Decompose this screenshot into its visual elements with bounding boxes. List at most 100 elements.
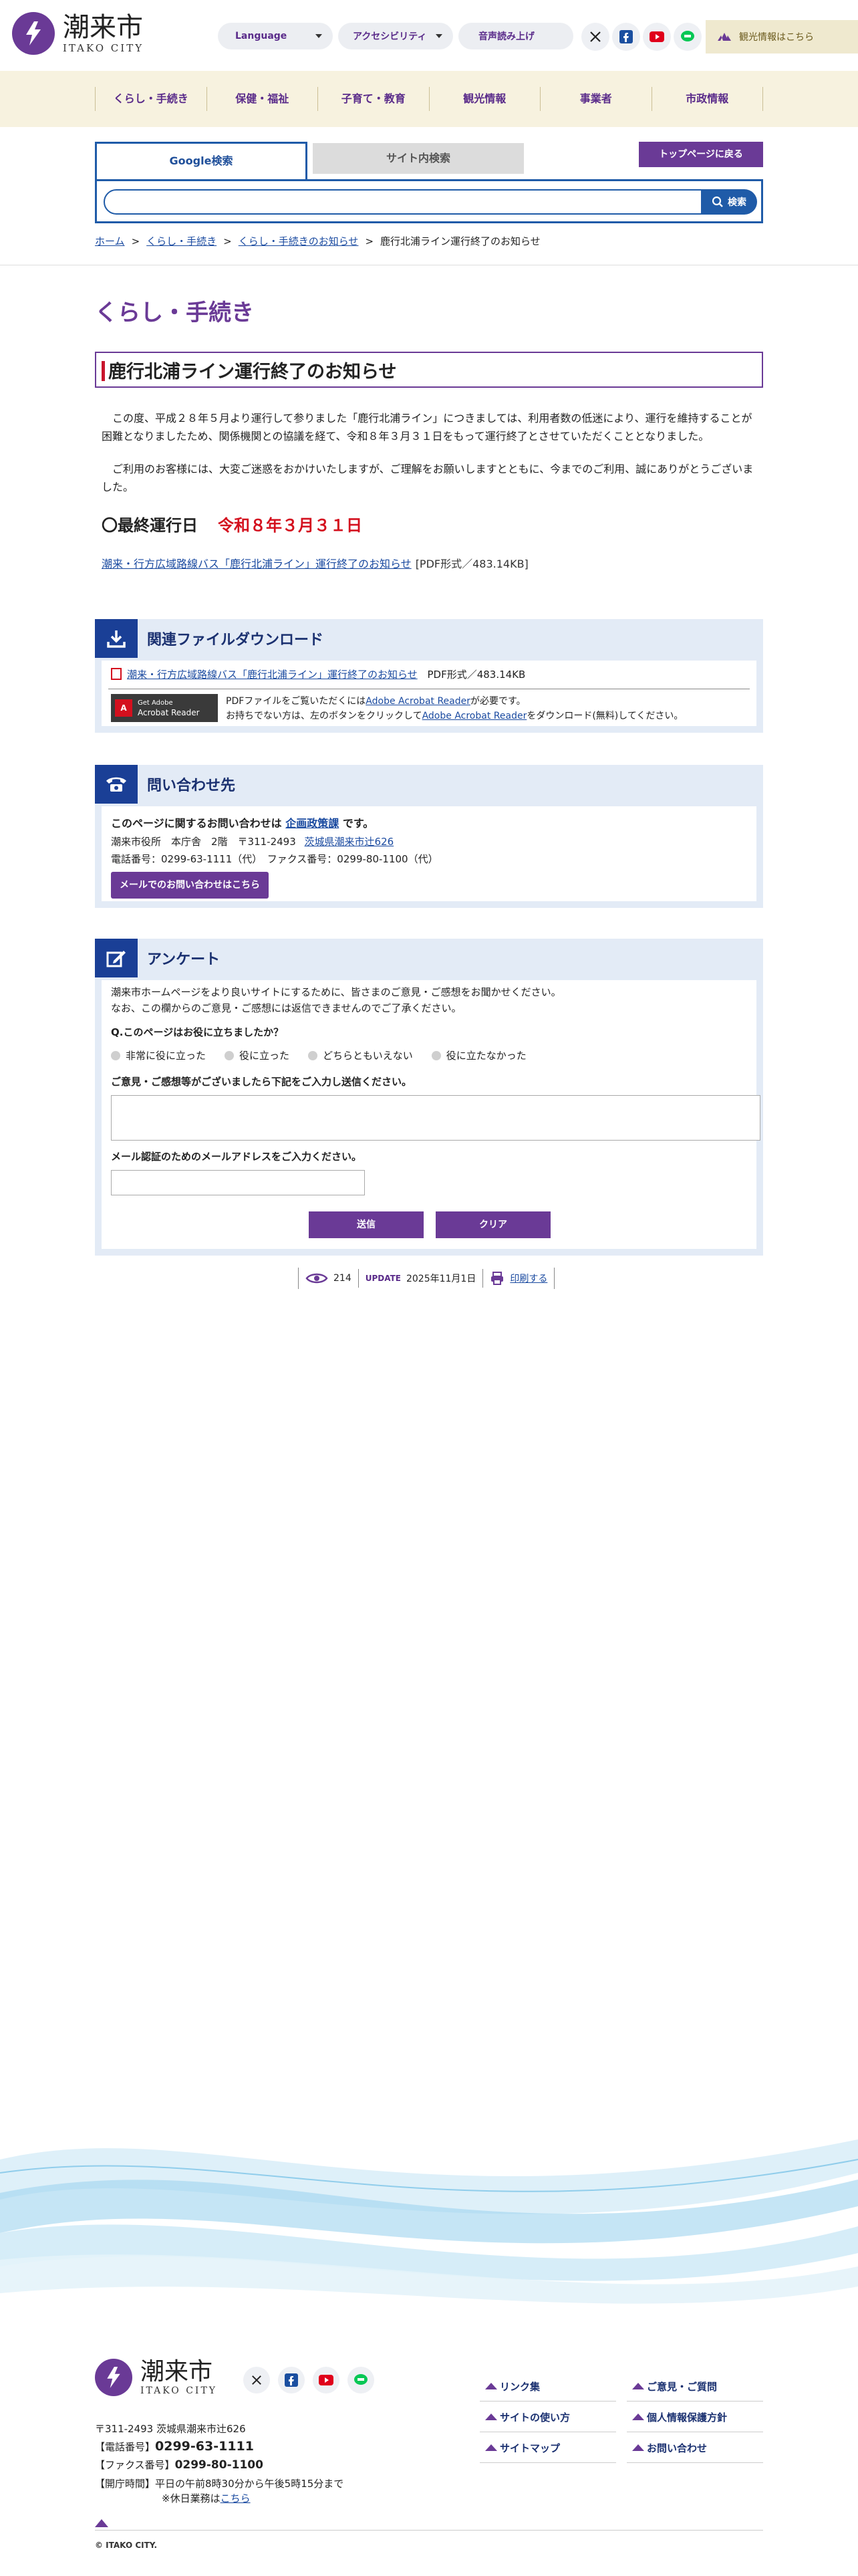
last-service-date: 令和８年３月３１日 (218, 516, 362, 535)
voice-reader-button[interactable]: 音声読み上げ (458, 23, 573, 49)
footer-link-feedback[interactable]: ご意見・ご質問 (627, 2372, 763, 2402)
contact-address: 潮来市役所 本庁舎 2階 〒311-2493 茨城県潮来市辻626 (111, 836, 394, 848)
download-panel: 関連ファイルダウンロード 潮来・行方広域路線バス「鹿行北浦ライン」運行終了のお知… (95, 619, 763, 733)
survey-panel-body: 潮来市ホームページをより良いサイトにするために、皆さまのご意見・ご感想をお聞かせ… (102, 980, 760, 1249)
footer-link-contact[interactable]: お問い合わせ (627, 2434, 763, 2463)
footer-tel: 【電話番号】0299-63-1111 (95, 2439, 254, 2454)
youtube-icon[interactable] (313, 2367, 339, 2393)
comment-textarea[interactable] (111, 1095, 760, 1141)
last-service-label: 〇最終運行日 (102, 516, 198, 535)
download-panel-body: 潮来・行方広域路線バス「鹿行北浦ライン」運行終了のお知らせ PDF形式／483.… (102, 661, 756, 726)
tab-site-search[interactable]: サイト内検索 (313, 143, 524, 174)
line-icon[interactable] (674, 23, 702, 51)
footer-link-sitemap[interactable]: サイトマップ (480, 2434, 616, 2463)
breadcrumb-subcategory[interactable]: くらし・手続きのお知らせ (239, 235, 359, 247)
acrobat-link-1[interactable]: Adobe Acrobat Reader (366, 696, 470, 707)
x-icon[interactable] (581, 23, 609, 51)
chevron-down-icon (315, 34, 322, 38)
footer-link-links[interactable]: リンク集 (480, 2372, 616, 2402)
nav-item-shisei[interactable]: 市政情報 (652, 87, 763, 111)
nav-item-hoken[interactable]: 保健・福祉 (207, 87, 318, 111)
phone-icon (95, 765, 138, 804)
breadcrumb-category[interactable]: くらし・手続き (146, 235, 217, 247)
radio-icon (225, 1050, 235, 1060)
email-field[interactable] (111, 1170, 365, 1195)
decorative-wave (0, 2139, 858, 2304)
survey-option-not-useful[interactable]: 役に立たなかった (431, 1048, 527, 1062)
survey-option-neutral[interactable]: どちらともいえない (308, 1048, 413, 1062)
x-icon[interactable] (243, 2367, 270, 2393)
tourism-link[interactable]: 観光情報はこちら (706, 20, 858, 53)
survey-panel: アンケート 潮来市ホームページをより良いサイトにするために、皆さまのご意見・ご感… (95, 939, 763, 1256)
print-link[interactable]: 印刷する (510, 1272, 547, 1285)
survey-option-very-useful[interactable]: 非常に役に立った (111, 1048, 206, 1062)
voice-reader-label: 音声読み上げ (478, 31, 535, 42)
survey-intro-2: なお、この欄からのご意見・ご感想には返信できませんのでご了承ください。 (111, 1002, 462, 1014)
pencil-icon (95, 939, 138, 977)
search-button[interactable]: 検索 (701, 189, 757, 215)
back-to-top-button[interactable]: トップページに戻る (639, 142, 763, 167)
download-panel-title: 関連ファイルダウンロード (147, 632, 324, 649)
mail-inquiry-button[interactable]: メールでのお問い合わせはこちら (111, 872, 269, 899)
logo-en: ITAKO CITY (63, 42, 144, 54)
acrobat-note: PDFファイルをご覧いただくにはAdobe Acrobat Readerが必要で… (226, 696, 684, 721)
update-label: UPDATE (365, 1274, 401, 1283)
radio-icon (111, 1050, 120, 1060)
youtube-icon[interactable] (643, 23, 671, 51)
logo-mark-icon (12, 12, 55, 55)
facebook-icon[interactable] (612, 23, 640, 51)
footer-link-howto[interactable]: サイトの使い方 (480, 2403, 616, 2432)
page-title: 鹿行北浦ライン運行終了のお知らせ (95, 352, 763, 388)
survey-option-useful[interactable]: 役に立った (225, 1048, 289, 1062)
language-select[interactable]: Language (218, 23, 333, 49)
notice-pdf-link[interactable]: 潮来・行方広域路線バス「鹿行北浦ライン」運行終了のお知らせ (102, 558, 412, 570)
search-button-label: 検索 (728, 197, 746, 208)
print-icon[interactable] (490, 1271, 505, 1286)
footer-logo-en: ITAKO CITY (140, 2385, 218, 2396)
email-label: メール認証のためのメールアドレスをご入力ください。 (111, 1151, 362, 1163)
survey-intro-1: 潮来市ホームページをより良いサイトにするために、皆さまのご意見・ご感想をお聞かせ… (111, 986, 561, 998)
nav-item-kanko[interactable]: 観光情報 (430, 87, 541, 111)
last-service-day: 〇最終運行日 令和８年３月３１日 (102, 512, 362, 536)
contact-phone: 電話番号：0299-63-1111（代） ファクス番号：0299-80-1100… (111, 853, 438, 865)
footer-address: 〒311-2493 茨城県潮来市辻626 (95, 2423, 246, 2435)
nav-item-kosodate[interactable]: 子育て・教育 (318, 87, 430, 111)
page-stats: 214 UPDATE 2025年11月1日 印刷する (298, 1268, 555, 1289)
accessibility-select[interactable]: アクセシビリティ (338, 23, 453, 49)
breadcrumb-current: 鹿行北浦ライン運行終了のお知らせ (380, 235, 541, 247)
footer-logo-jp: 潮来市 (140, 2358, 213, 2385)
footer-logo[interactable]: 潮来市 ITAKO CITY (95, 2359, 217, 2396)
body-paragraph-2: ご利用のお客様には、大変ご迷惑をおかけいたしますが、ご理解をお願いしますとともに… (102, 463, 754, 493)
iris-icon (95, 2519, 108, 2527)
clear-button[interactable]: クリア (436, 1211, 551, 1238)
acrobat-badge-label: Acrobat Reader (138, 708, 200, 717)
search-input[interactable] (104, 189, 705, 215)
footer-link-privacy[interactable]: 個人情報保護方針 (627, 2403, 763, 2432)
send-button[interactable]: 送信 (309, 1211, 424, 1238)
radio-icon (308, 1050, 318, 1060)
iris-icon (718, 33, 731, 41)
logo-jp: 潮来市 (63, 12, 143, 43)
line-icon[interactable] (347, 2367, 374, 2393)
download-file-link[interactable]: 潮来・行方広域路線バス「鹿行北浦ライン」運行終了のお知らせ (127, 669, 418, 681)
holiday-link[interactable]: こちら (221, 2492, 251, 2504)
nav-item-kurashi[interactable]: くらし・手続き (95, 87, 207, 111)
contact-panel: 問い合わせ先 このページに関するお問い合わせは 企画政策課 です。 潮来市役所 … (95, 765, 763, 908)
get-acrobat-button[interactable]: A Get Adobe Acrobat Reader (111, 694, 218, 722)
nav-item-jigyosha[interactable]: 事業者 (541, 87, 652, 111)
tab-google-search[interactable]: Google検索 (95, 142, 307, 179)
contact-address-link[interactable]: 茨城県潮来市辻626 (305, 836, 394, 848)
download-file-meta: PDF形式／483.14KB (427, 669, 526, 681)
breadcrumb-home[interactable]: ホーム (95, 235, 125, 247)
facebook-icon[interactable] (278, 2367, 305, 2393)
download-file-row: 潮来・行方広域路線バス「鹿行北浦ライン」運行終了のお知らせ PDF形式／483.… (111, 667, 525, 681)
chevron-down-icon (436, 34, 442, 38)
contact-dept-link[interactable]: 企画政策課 (285, 817, 339, 830)
eye-icon (305, 1273, 328, 1284)
acrobat-link-2[interactable]: Adobe Acrobat Reader (422, 711, 527, 721)
site-logo[interactable]: 潮来市 ITAKO CITY (12, 12, 144, 55)
footer-holiday: ※休日業務はこちら (162, 2492, 251, 2504)
contact-lead: このページに関するお問い合わせは 企画政策課 です。 (111, 817, 374, 830)
global-nav: くらし・手続き 保健・福祉 子育て・教育 観光情報 事業者 市政情報 (0, 71, 858, 127)
view-count: 214 (333, 1273, 351, 1284)
